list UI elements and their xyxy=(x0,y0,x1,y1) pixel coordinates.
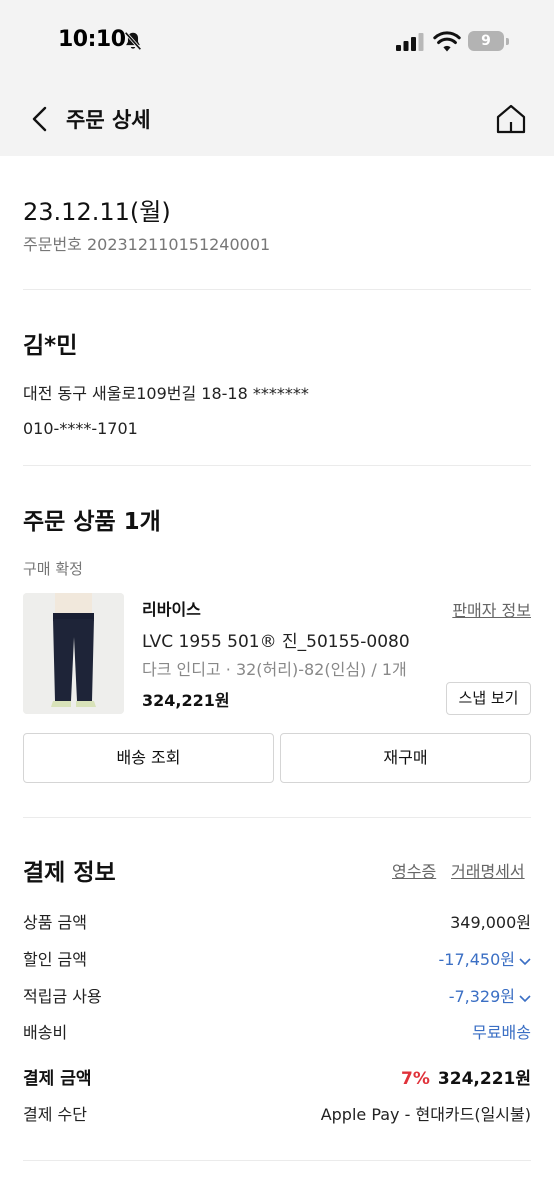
page-title: 주문 상세 xyxy=(66,108,151,132)
chevron-down-icon xyxy=(519,994,531,1002)
discount-rate: 7% xyxy=(401,1069,430,1089)
order-number: 주문번호 202312110151240001 xyxy=(23,235,271,254)
discount-amount-toggle[interactable]: -17,450원 xyxy=(439,946,531,970)
snap-view-button[interactable]: 스냅 보기 xyxy=(446,682,531,715)
shipping-fee-label: 배송비 xyxy=(23,1023,68,1042)
shipping-fee-value: 무료배송 xyxy=(472,1023,531,1042)
total-amount-row: 결제 금액 7% 324,221원 xyxy=(23,1064,531,1090)
product-name[interactable]: LVC 1955 501® 진_50155-0080 xyxy=(142,627,410,652)
battery-icon: 9 xyxy=(468,31,510,53)
back-chevron-icon[interactable] xyxy=(28,106,52,132)
product-price: 324,221원 xyxy=(142,691,230,710)
payment-method-row: 결제 수단 Apple Pay - 현대카드(일시불) xyxy=(23,1101,531,1125)
product-amount-value: 349,000원 xyxy=(450,913,531,932)
signal-icon xyxy=(396,33,424,51)
chevron-down-icon xyxy=(519,957,531,965)
status-bar: 10:10 9 xyxy=(0,0,554,80)
divider xyxy=(23,1160,531,1161)
points-used-label: 적립금 사용 xyxy=(23,987,102,1006)
product-amount-label: 상품 금액 xyxy=(23,913,87,932)
recipient-name: 김*민 xyxy=(23,333,78,359)
track-delivery-button[interactable]: 배송 조회 xyxy=(23,733,274,783)
payment-section-title: 결제 정보 xyxy=(23,860,116,886)
order-date: 23.12.11(월) xyxy=(23,198,171,226)
discount-amount-value: -17,450원 xyxy=(438,950,515,969)
divider xyxy=(23,465,531,466)
navigation-bar: 주문 상세 xyxy=(0,80,554,156)
receipt-link[interactable]: 영수증 xyxy=(392,858,436,882)
wifi-icon xyxy=(433,31,461,52)
product-image[interactable] xyxy=(23,593,124,714)
total-amount-value: 324,221원 xyxy=(437,1069,531,1089)
battery-level: 9 xyxy=(468,31,504,51)
products-section-title: 주문 상품 1개 xyxy=(23,509,161,535)
status-time: 10:10 xyxy=(58,27,126,52)
payment-method-label: 결제 수단 xyxy=(23,1105,87,1124)
order-status-label: 구매 확정 xyxy=(23,560,83,578)
divider xyxy=(23,289,531,290)
battery-cap xyxy=(506,38,509,45)
seller-info-link[interactable]: 판매자 정보 xyxy=(452,597,531,621)
points-used-value: -7,329원 xyxy=(448,987,515,1006)
points-used-toggle[interactable]: -7,329원 xyxy=(449,983,531,1007)
discount-amount-label: 할인 금액 xyxy=(23,950,87,969)
recipient-phone: 010-****-1701 xyxy=(23,419,138,438)
shipping-fee-row: 배송비 무료배송 xyxy=(23,1019,531,1043)
home-icon[interactable] xyxy=(495,103,527,135)
points-used-row[interactable]: 적립금 사용 -7,329원 xyxy=(23,983,531,1007)
bell-slash-icon xyxy=(124,31,142,51)
statement-link[interactable]: 거래명세서 xyxy=(451,858,525,882)
total-amount-label: 결제 금액 xyxy=(23,1069,92,1089)
divider xyxy=(23,817,531,818)
product-brand[interactable]: 리바이스 xyxy=(142,596,201,620)
reorder-button[interactable]: 재구매 xyxy=(280,733,531,783)
recipient-address: 대전 동구 새울로109번길 18-18 ******* xyxy=(23,384,309,403)
payment-method-value: Apple Pay - 현대카드(일시불) xyxy=(320,1105,531,1124)
total-amount: 7% 324,221원 xyxy=(401,1064,531,1089)
product-amount-row: 상품 금액 349,000원 xyxy=(23,909,531,933)
discount-amount-row[interactable]: 할인 금액 -17,450원 xyxy=(23,946,531,970)
product-option: 다크 인디고 · 32(허리)-82(인심) / 1개 xyxy=(142,660,407,679)
